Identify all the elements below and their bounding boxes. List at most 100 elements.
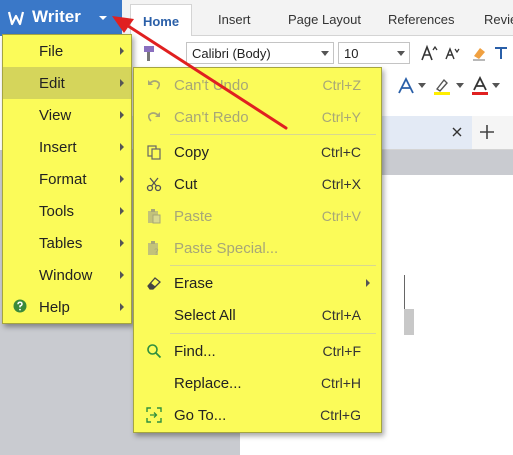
search-icon [147, 344, 162, 359]
close-icon[interactable] [452, 127, 462, 137]
tab-references[interactable]: References [388, 12, 454, 27]
menu-item-undo[interactable]: Can't Undo Ctrl+Z [134, 69, 381, 101]
font-size-select[interactable]: 10 [338, 42, 410, 64]
edit-submenu: Can't Undo Ctrl+Z Can't Redo Ctrl+Y Copy… [133, 67, 382, 433]
app-name: Writer [32, 7, 81, 26]
clear-format-icon[interactable] [470, 44, 488, 62]
menu-item-label: File [39, 43, 64, 60]
menu-item-help[interactable]: Help [3, 291, 131, 323]
menu-separator [170, 265, 376, 266]
paste-special-icon: ? [148, 241, 159, 256]
chevron-down-icon[interactable] [492, 83, 500, 89]
new-tab-plus-icon[interactable] [480, 125, 494, 139]
copy-icon [147, 145, 161, 160]
chevron-right-icon [120, 143, 124, 151]
menu-item-view[interactable]: View [3, 99, 131, 131]
chevron-right-icon [366, 279, 370, 287]
chevron-right-icon [120, 79, 124, 87]
help-icon [13, 299, 27, 313]
menu-item-label: Tables [39, 235, 83, 252]
chevron-right-icon [120, 271, 124, 279]
shortcut-label: Ctrl+A [321, 307, 361, 323]
menu-item-erase[interactable]: Erase [134, 267, 381, 299]
font-color-icon[interactable] [470, 76, 490, 96]
shrink-font-icon[interactable] [444, 45, 460, 61]
menu-item-goto[interactable]: Go To... Ctrl+G [134, 399, 381, 431]
ribbon-tab-bar: Writer Home Insert Page Layout Reference… [0, 0, 513, 37]
redo-icon [147, 112, 160, 122]
menu-item-label: Can't Redo [174, 109, 249, 126]
menu-item-label: Find... [174, 343, 216, 360]
undo-icon [148, 80, 161, 90]
writer-logo-icon [7, 11, 25, 26]
menu-item-select-all[interactable]: Select All Ctrl+A [134, 299, 381, 331]
svg-text:?: ? [154, 248, 159, 256]
menu-item-insert[interactable]: Insert [3, 131, 131, 163]
menu-item-label: Select All [174, 307, 236, 324]
scissors-icon [146, 177, 162, 192]
menu-item-label: Go To... [174, 407, 227, 424]
menu-item-file[interactable]: File [3, 35, 131, 67]
highlight-icon[interactable] [432, 76, 452, 96]
chevron-right-icon [120, 207, 124, 215]
menu-item-tools[interactable]: Tools [3, 195, 131, 227]
menu-item-format[interactable]: Format [3, 163, 131, 195]
menu-item-paste-special[interactable]: ? Paste Special... [134, 232, 381, 264]
menu-item-label: Window [39, 267, 93, 284]
chevron-right-icon [120, 47, 124, 55]
menu-item-redo[interactable]: Can't Redo Ctrl+Y [134, 101, 381, 133]
shortcut-label: Ctrl+G [320, 407, 361, 423]
menu-item-paste[interactable]: Paste Ctrl+V [134, 200, 381, 232]
shortcut-label: Ctrl+V [321, 208, 361, 224]
chevron-down-icon [321, 51, 329, 56]
menu-item-label: Copy [174, 144, 210, 161]
menu-item-tables[interactable]: Tables [3, 227, 131, 259]
menu-item-label: View [39, 107, 72, 124]
chevron-down-icon[interactable] [456, 83, 464, 89]
menu-item-edit[interactable]: Edit [3, 67, 131, 99]
font-name-value: Calibri (Body) [192, 46, 271, 61]
menu-item-label: Can't Undo [174, 77, 249, 94]
writer-menu-button[interactable]: Writer [0, 0, 122, 36]
shortcut-label: Ctrl+C [320, 144, 361, 160]
chevron-down-icon[interactable] [418, 83, 426, 89]
paste-icon [148, 209, 161, 224]
menu-item-replace[interactable]: Replace... Ctrl+H [134, 367, 381, 399]
chevron-down-icon [397, 51, 405, 56]
tab-review[interactable]: Revie [484, 12, 513, 27]
menu-separator [170, 134, 376, 135]
menu-item-label: Tools [39, 203, 75, 220]
chevron-down-icon[interactable] [96, 12, 110, 24]
menu-item-find[interactable]: Find... Ctrl+F [134, 335, 381, 367]
tab-page-layout[interactable]: Page Layout [288, 12, 361, 27]
menu-item-window[interactable]: Window [3, 259, 131, 291]
shortcut-label: Ctrl+Z [322, 77, 362, 93]
shortcut-label: Ctrl+X [321, 176, 361, 192]
menu-item-label: Insert [39, 139, 77, 156]
format-painter-icon[interactable] [138, 44, 158, 64]
menu-item-label: Replace... [174, 375, 242, 392]
chevron-right-icon [120, 175, 124, 183]
shortcut-label: Ctrl+Y [321, 109, 361, 125]
menu-separator [170, 333, 376, 334]
font-size-value: 10 [344, 46, 359, 61]
text-effects-icon[interactable] [396, 76, 416, 96]
tab-home[interactable]: Home [130, 4, 192, 37]
writer-main-menu: File Edit View Insert Format Tools Table… [2, 34, 132, 324]
goto-icon [146, 407, 162, 423]
menu-item-label: Cut [174, 176, 198, 193]
tab-insert[interactable]: Insert [218, 12, 251, 27]
margin-marker [404, 309, 414, 335]
menu-item-label: Format [39, 171, 87, 188]
font-name-select[interactable]: Calibri (Body) [186, 42, 334, 64]
chevron-right-icon [120, 303, 124, 311]
menu-item-label: Paste Special... [174, 240, 279, 257]
text-style-icon[interactable] [492, 44, 510, 62]
menu-item-label: Edit [39, 75, 65, 92]
menu-item-cut[interactable]: Cut Ctrl+X [134, 168, 381, 200]
chevron-right-icon [120, 111, 124, 119]
grow-font-icon[interactable] [420, 44, 438, 62]
text-cursor-marker [404, 275, 405, 311]
shortcut-label: Ctrl+F [322, 343, 362, 359]
menu-item-copy[interactable]: Copy Ctrl+C [134, 136, 381, 168]
